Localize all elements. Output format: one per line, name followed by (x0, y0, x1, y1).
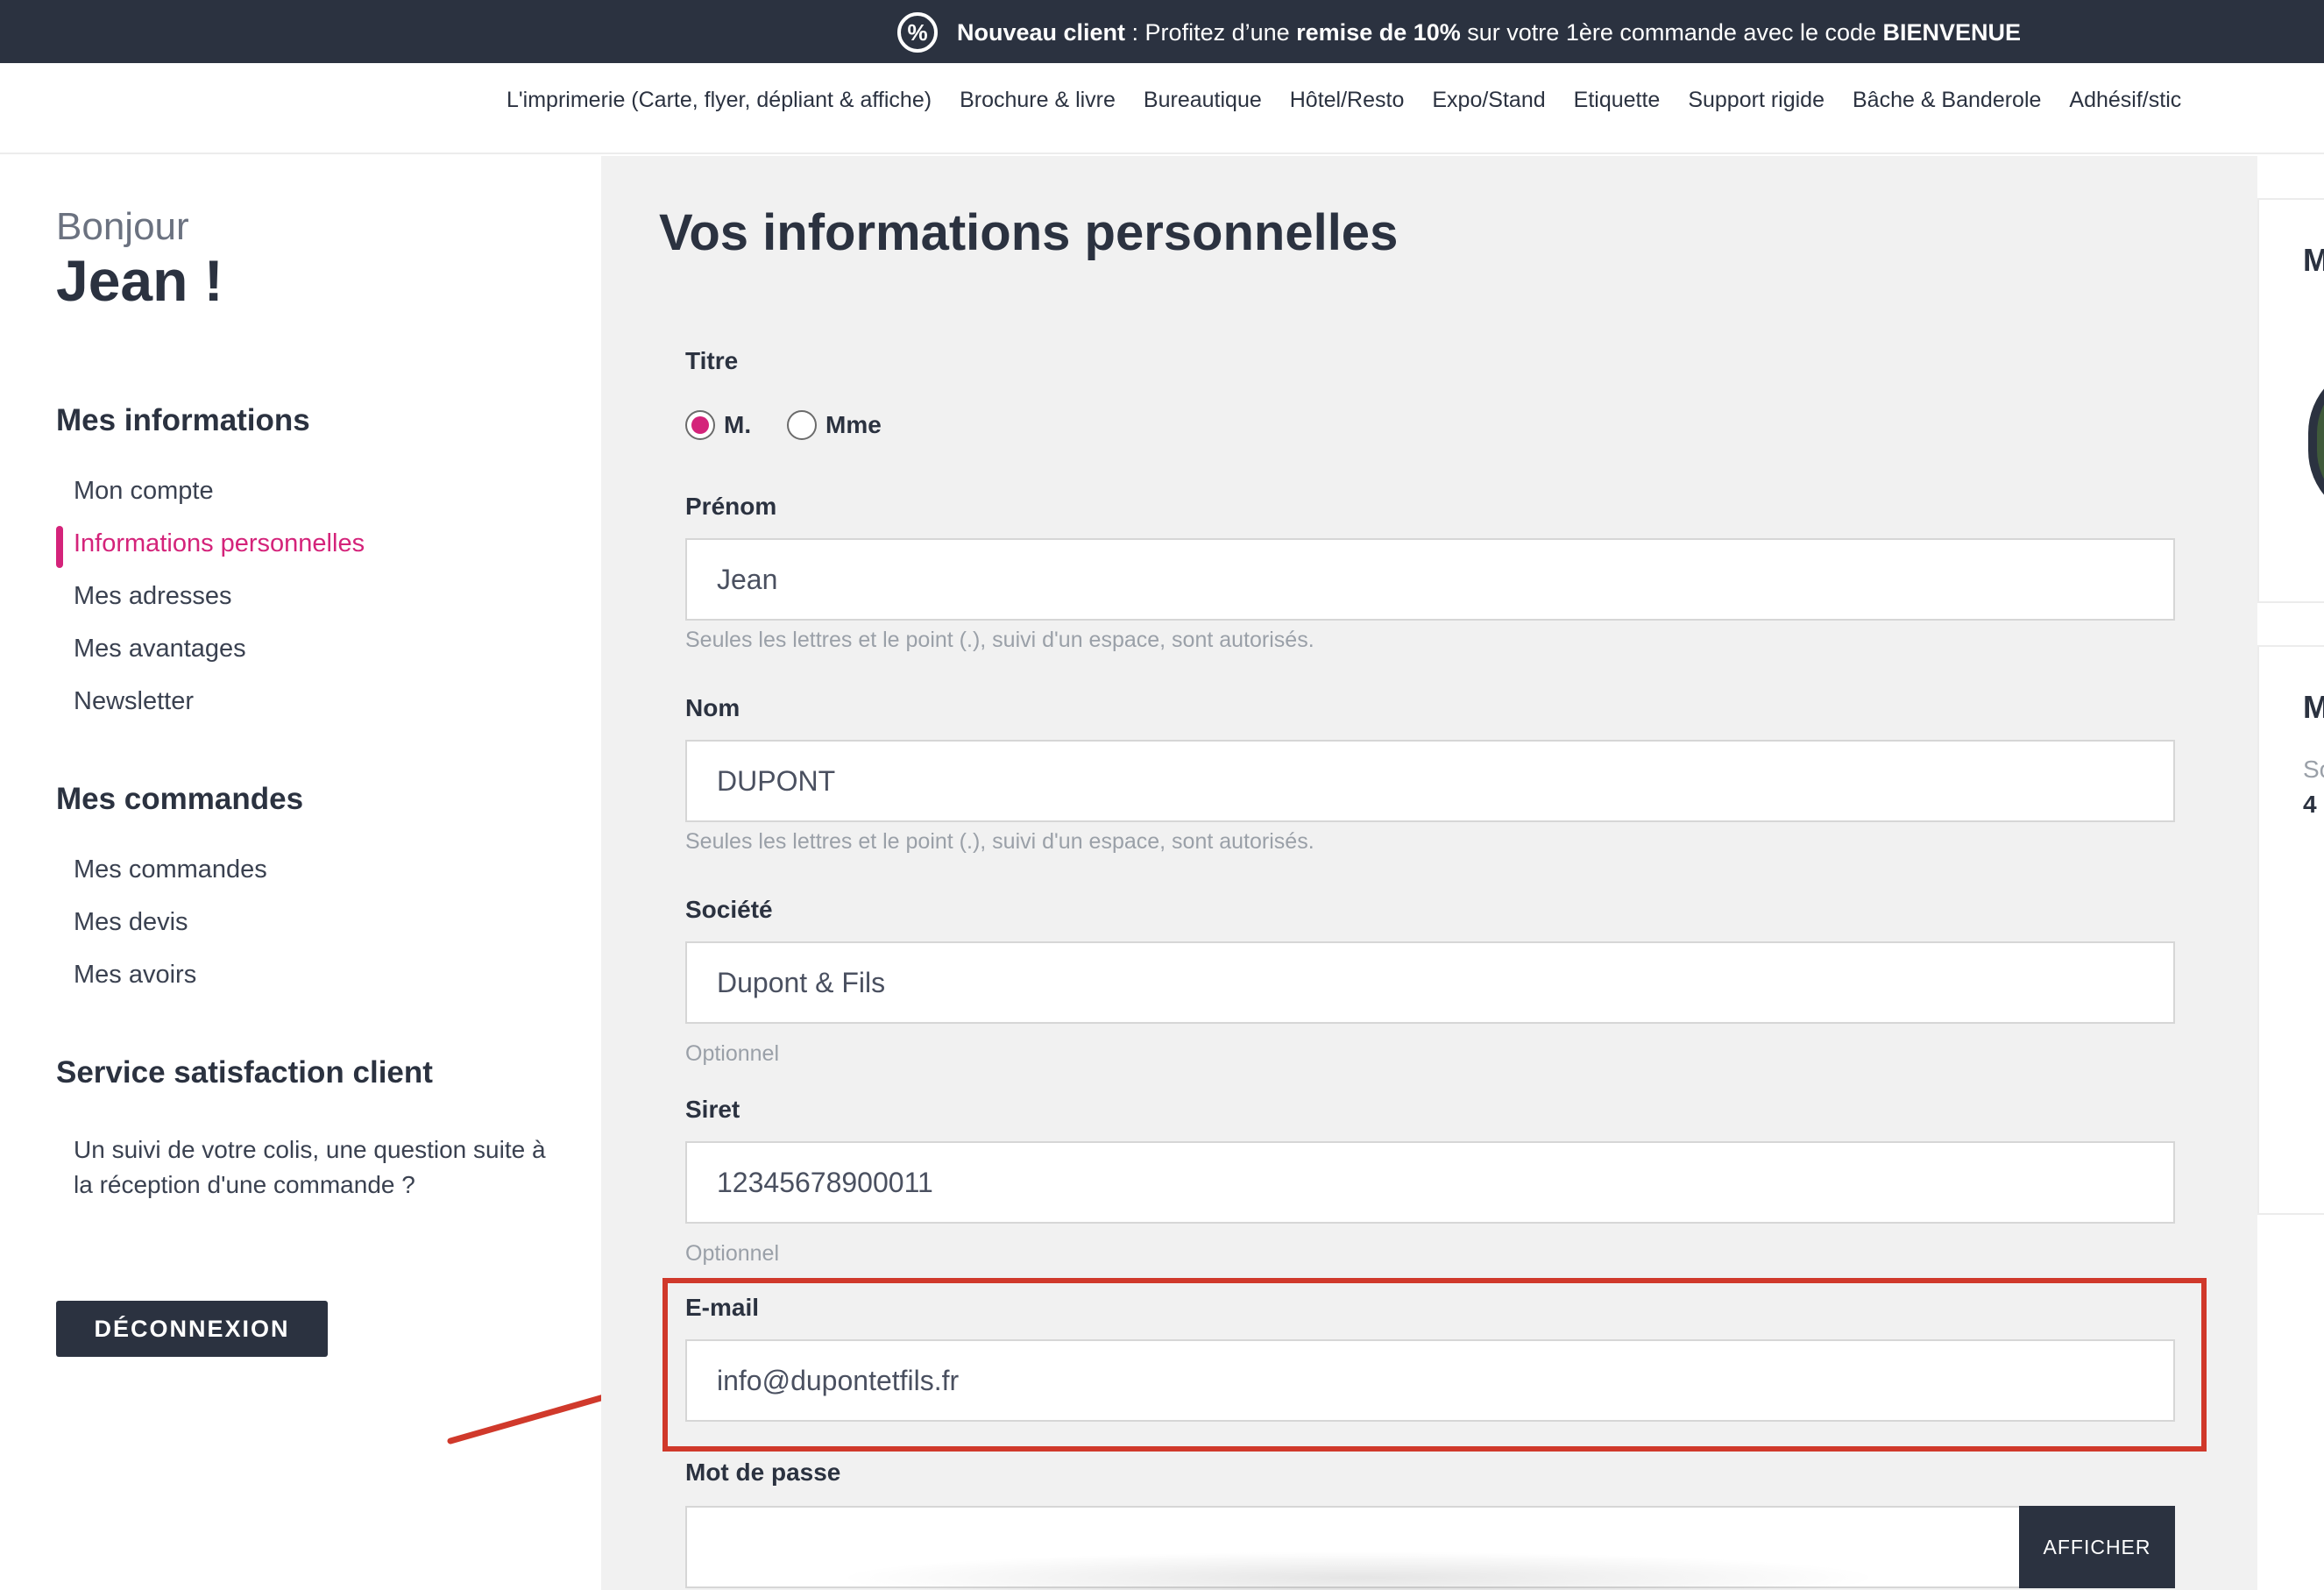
personal-info-panel: Vos informations personnelles Titre M. M… (601, 156, 2257, 1590)
nom-label: Nom (685, 694, 740, 721)
siret-input[interactable]: 12345678900011 (685, 1141, 2175, 1224)
societe-label: Société (685, 896, 773, 923)
sidebar-item-mes-devis[interactable]: Mes devis (74, 908, 188, 937)
nom-hint: Seules les lettres et le point (.), suiv… (685, 829, 1314, 854)
logout-button[interactable]: DÉCONNEXION (56, 1301, 328, 1357)
nav-item-imprimerie[interactable]: L'imprimerie (Carte, flyer, dépliant & a… (507, 88, 932, 113)
main-nav: L'imprimerie (Carte, flyer, dépliant & a… (0, 63, 2324, 154)
sidebar-item-informations-personnelles[interactable]: Informations personnelles (74, 529, 365, 558)
prenom-input[interactable]: Jean (685, 538, 2175, 621)
nav-item-bache-banderole[interactable]: Bâche & Banderole (1853, 88, 2041, 113)
sidebar-item-mes-avantages[interactable]: Mes avantages (74, 635, 246, 664)
section-title-commandes: Mes commandes (56, 782, 304, 816)
bottom-shadow (833, 1551, 1884, 1590)
prenom-hint: Seules les lettres et le point (.), suiv… (685, 628, 1314, 652)
right-card-bottom: M So 4 (2257, 645, 2324, 1215)
email-input[interactable]: info@dupontetfils.fr (685, 1339, 2175, 1422)
sidebar-item-mon-compte[interactable]: Mon compte (74, 477, 214, 506)
nav-item-expo-stand[interactable]: Expo/Stand (1432, 88, 1545, 113)
greeting-small: Bonjour (56, 205, 189, 248)
service-client-text: Un suivi de votre colis, une question su… (74, 1136, 546, 1198)
email-label: E-mail (685, 1294, 760, 1321)
card-bottom-title: M (2303, 689, 2324, 725)
titre-label: Titre (685, 347, 739, 374)
societe-input[interactable]: Dupont & Fils (685, 941, 2175, 1024)
siret-hint: Optionnel (685, 1241, 780, 1266)
sidebar-item-newsletter[interactable]: Newsletter (74, 687, 194, 716)
prenom-label: Prénom (685, 493, 777, 520)
nav-item-hotel-resto[interactable]: Hôtel/Resto (1290, 88, 1405, 113)
siret-label: Siret (685, 1096, 740, 1123)
page-title: Vos informations personnelles (659, 204, 1399, 261)
sidebar-item-mes-commandes[interactable]: Mes commandes (74, 855, 267, 884)
radio-mme[interactable]: Mme (787, 410, 882, 440)
greeting-name: Jean ! (56, 248, 223, 313)
page: % Nouveau client : Profitez d’une remise… (0, 0, 2324, 1590)
nom-input[interactable]: DUPONT (685, 740, 2175, 822)
radio-selected-icon (685, 410, 715, 440)
card-bottom-label: So (2303, 756, 2324, 783)
radio-m-label: M. (724, 411, 752, 438)
nav-item-brochure[interactable]: Brochure & livre (960, 88, 1116, 113)
societe-hint: Optionnel (685, 1041, 780, 1066)
nav-item-adhesif[interactable]: Adhésif/stic (2069, 88, 2181, 113)
promo-banner: % Nouveau client : Profitez d’une remise… (0, 0, 2324, 63)
right-card-top: M (2257, 198, 2324, 603)
password-label: Mot de passe (685, 1459, 841, 1486)
account-sidebar: Bonjour Jean ! Mes informations Mon comp… (0, 156, 648, 1590)
nav-item-etiquette[interactable]: Etiquette (1574, 88, 1661, 113)
nav-item-bureautique[interactable]: Bureautique (1144, 88, 1262, 113)
sidebar-item-mes-adresses[interactable]: Mes adresses (74, 582, 232, 611)
active-indicator (56, 526, 63, 568)
sidebar-item-mes-avoirs[interactable]: Mes avoirs (74, 961, 196, 990)
radio-unselected-icon (787, 410, 817, 440)
promo-text: Nouveau client : Profitez d’une remise d… (957, 18, 2022, 46)
section-title-informations: Mes informations (56, 403, 310, 437)
discount-icon: % (897, 12, 938, 53)
card-bottom-value: 4 (2303, 791, 2317, 818)
radio-mme-label: Mme (825, 411, 882, 438)
section-title-service-client: Service satisfaction client (56, 1055, 433, 1090)
show-password-button[interactable]: AFFICHER (2019, 1506, 2175, 1588)
avatar (2308, 363, 2324, 521)
card-top-title: M (2303, 242, 2324, 278)
radio-m[interactable]: M. (685, 410, 751, 440)
nav-item-support-rigide[interactable]: Support rigide (1688, 88, 1824, 113)
